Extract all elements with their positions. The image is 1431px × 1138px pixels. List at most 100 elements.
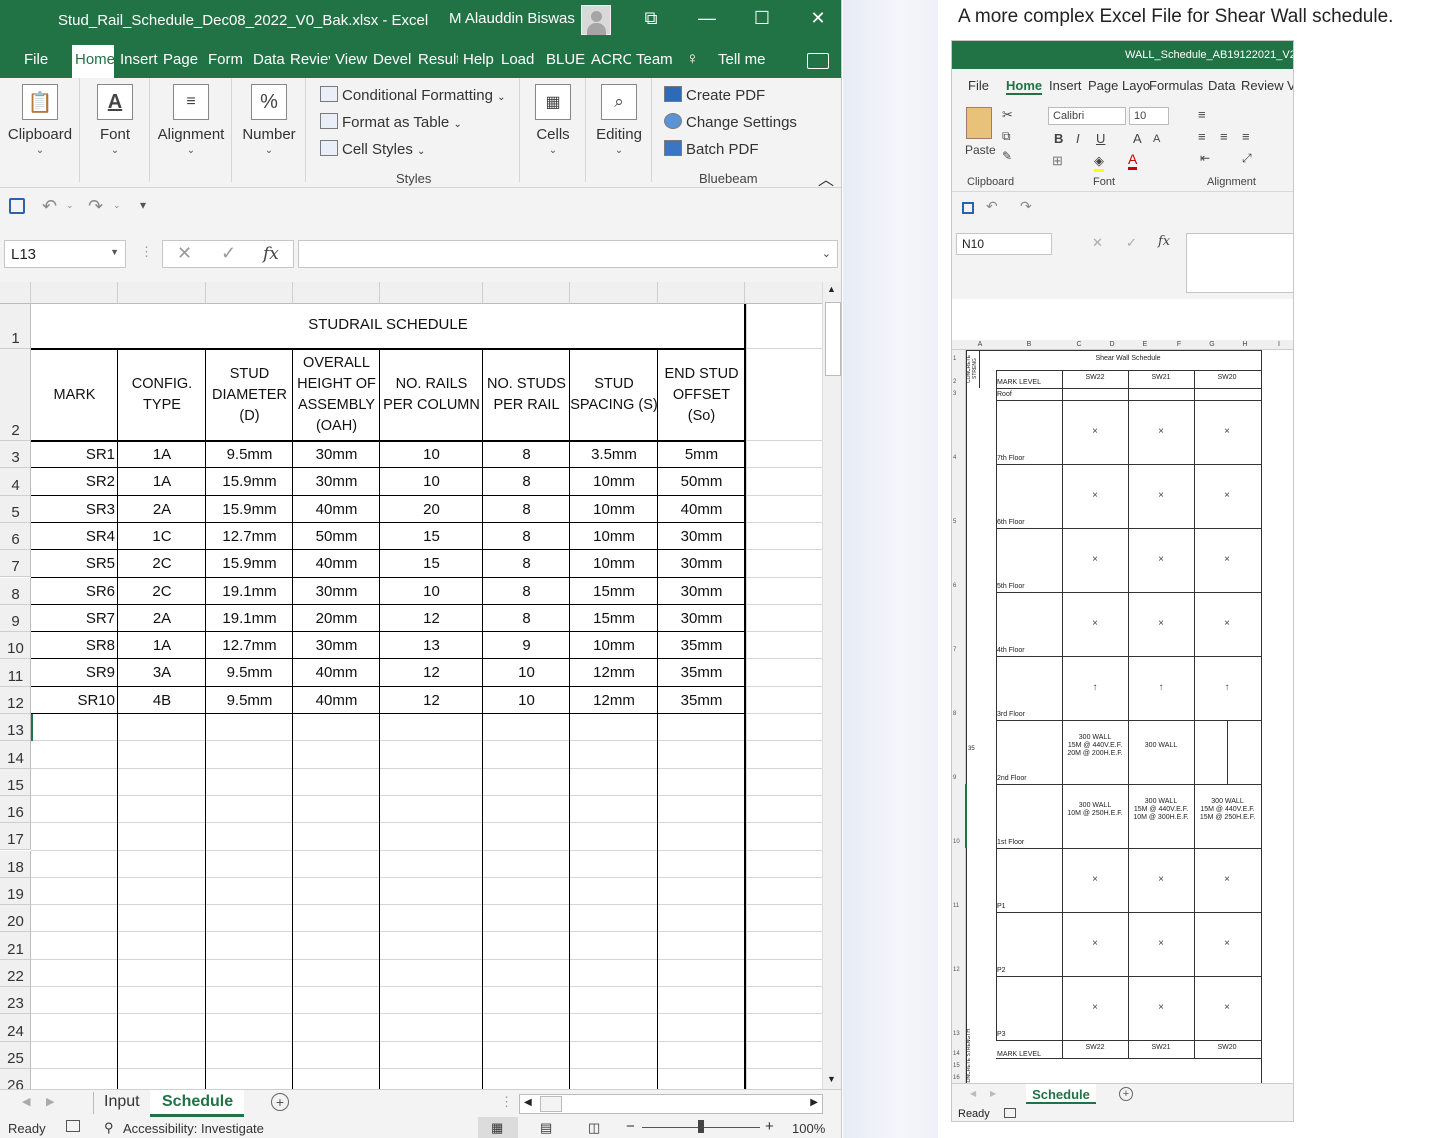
tab-home[interactable]: Home: [1006, 78, 1043, 95]
table-cell[interactable]: 12.7mm: [206, 637, 293, 654]
tab-team[interactable]: Team: [636, 51, 672, 68]
tab-bluebeam[interactable]: BLUEB: [546, 51, 586, 68]
table-cell[interactable]: 40mm: [293, 664, 380, 681]
conditional-formatting-button[interactable]: Conditional Formatting ⌄: [320, 86, 505, 104]
table-cell[interactable]: SR8: [31, 637, 118, 654]
accessibility-icon[interactable]: ⚲: [104, 1120, 114, 1136]
table-cell[interactable]: 8: [483, 610, 570, 627]
row-header[interactable]: 21: [0, 932, 31, 960]
tab-insert[interactable]: Insert: [120, 51, 158, 68]
table-cell[interactable]: 30mm: [293, 446, 380, 463]
table-cell[interactable]: 2C: [118, 583, 206, 600]
table-cell[interactable]: 3.5mm: [570, 446, 658, 463]
table-cell[interactable]: 10: [483, 692, 570, 709]
page-break-view-icon[interactable]: ◫: [588, 1120, 600, 1136]
orientation-icon[interactable]: ⤢: [1242, 151, 1252, 166]
enter-icon[interactable]: ✓: [1126, 235, 1137, 251]
column-header[interactable]: [293, 282, 380, 304]
sheet-tab-input[interactable]: Input: [104, 1093, 140, 1111]
alignment-button[interactable]: ≡ Alignment ⌄: [154, 80, 228, 156]
normal-view-button[interactable]: ▦: [478, 1117, 518, 1138]
table-cell[interactable]: 9.5mm: [206, 664, 293, 681]
table-cell[interactable]: SR7: [31, 610, 118, 627]
column-header[interactable]: F: [1174, 341, 1184, 348]
row-header[interactable]: 15: [0, 768, 31, 796]
table-cell[interactable]: 10: [483, 664, 570, 681]
macro-icon[interactable]: [1004, 1108, 1016, 1118]
row-header[interactable]: 12: [0, 686, 31, 714]
row-header[interactable]: 19: [0, 877, 31, 906]
table-cell[interactable]: 40mm: [293, 692, 380, 709]
table-cell[interactable]: SR9: [31, 664, 118, 681]
bold-icon[interactable]: B: [1054, 131, 1063, 146]
row-header[interactable]: 24: [0, 1014, 31, 1042]
row-header[interactable]: 20: [0, 905, 31, 933]
tab-developer[interactable]: Devel: [373, 51, 413, 68]
customize-qat-icon[interactable]: ▾: [140, 198, 146, 212]
table-cell[interactable]: 40mm: [658, 501, 745, 518]
tab-review[interactable]: Review: [1241, 78, 1284, 93]
font-name-select[interactable]: Calibri: [1048, 107, 1126, 125]
table-cell[interactable]: 4B: [118, 692, 206, 709]
cancel-icon[interactable]: ✕: [1092, 235, 1103, 251]
row-header[interactable]: 5: [0, 495, 31, 523]
row-header[interactable]: 17: [0, 823, 31, 851]
formula-input[interactable]: ⌄: [298, 240, 838, 268]
table-cell[interactable]: 8: [483, 528, 570, 545]
format-as-table-button[interactable]: Format as Table ⌄: [320, 113, 462, 131]
table-cell[interactable]: 10mm: [570, 473, 658, 490]
user-name[interactable]: M Alauddin Biswas: [449, 10, 575, 27]
name-box[interactable]: L13 ▼: [4, 240, 126, 268]
zoom-level[interactable]: 100%: [792, 1121, 825, 1136]
column-header[interactable]: I: [1274, 341, 1284, 348]
scroll-up-icon[interactable]: ▲: [827, 284, 836, 294]
column-header[interactable]: A: [975, 341, 985, 348]
cell-styles-button[interactable]: Cell Styles ⌄: [320, 140, 425, 158]
tab-view[interactable]: V: [1287, 78, 1293, 93]
table-cell[interactable]: 12: [380, 692, 483, 709]
horizontal-scrollbar[interactable]: ◀ ▶: [519, 1094, 823, 1114]
table-cell[interactable]: 30mm: [293, 473, 380, 490]
table-cell[interactable]: 40mm: [293, 501, 380, 518]
vertical-scrollbar[interactable]: ▲ ▼: [822, 282, 841, 1089]
align-right-icon[interactable]: ≡: [1242, 129, 1250, 144]
scroll-down-icon[interactable]: ▼: [827, 1074, 836, 1084]
table-cell[interactable]: 30mm: [658, 583, 745, 600]
row-header[interactable]: 26: [0, 1068, 31, 1089]
collapse-ribbon-icon[interactable]: ︿: [818, 166, 834, 190]
tab-view[interactable]: View: [335, 51, 369, 68]
tab-help[interactable]: Help: [463, 51, 497, 68]
paste-icon[interactable]: [966, 107, 992, 139]
table-cell[interactable]: 12: [380, 610, 483, 627]
name-box[interactable]: N10: [956, 233, 1052, 255]
hscroll-thumb[interactable]: [540, 1096, 562, 1112]
table-cell[interactable]: 15.9mm: [206, 555, 293, 572]
column-header[interactable]: [118, 282, 206, 304]
fill-color-icon[interactable]: ◈: [1094, 153, 1104, 172]
tab-page-layout[interactable]: Page Layo: [1088, 78, 1150, 93]
table-cell[interactable]: 12mm: [570, 692, 658, 709]
tab-result[interactable]: Result: [418, 51, 458, 68]
create-pdf-button[interactable]: Create PDF: [664, 86, 765, 104]
tab-page-layout[interactable]: Page I: [163, 51, 203, 68]
copy-icon[interactable]: ⧉: [1002, 129, 1011, 144]
table-cell[interactable]: 9: [483, 637, 570, 654]
table-cell[interactable]: SR10: [31, 692, 118, 709]
table-cell[interactable]: 8: [483, 583, 570, 600]
tab-home[interactable]: Home: [72, 45, 114, 78]
column-header[interactable]: [380, 282, 483, 304]
row-header[interactable]: 22: [0, 959, 31, 987]
row-header[interactable]: 6: [0, 522, 31, 551]
next-sheet-icon[interactable]: ▶: [990, 1089, 996, 1098]
number-button[interactable]: % Number ⌄: [236, 80, 302, 156]
chevron-down-icon[interactable]: ⌄: [113, 200, 121, 211]
table-cell[interactable]: 15.9mm: [206, 473, 293, 490]
table-cell[interactable]: 15mm: [570, 610, 658, 627]
table-cell[interactable]: 1A: [118, 637, 206, 654]
column-header[interactable]: E: [1140, 341, 1150, 348]
row-header[interactable]: 9: [0, 604, 31, 633]
worksheet-grid[interactable]: A B C D E F G H I Shear Wall Schedule 1 MARK LEVEL 2…: [952, 299, 1293, 1093]
table-cell[interactable]: 15.9mm: [206, 501, 293, 518]
table-cell[interactable]: 1C: [118, 528, 206, 545]
tab-formulas[interactable]: Form: [208, 51, 248, 68]
